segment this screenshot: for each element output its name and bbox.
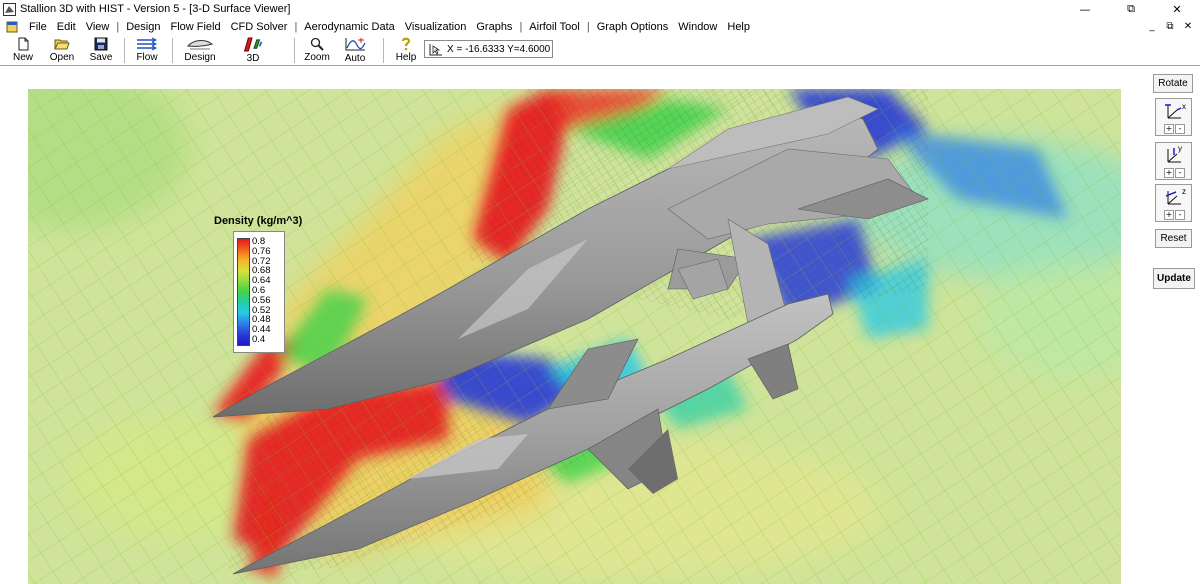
help-button[interactable]: Help: [394, 37, 418, 64]
x-axis-label: x: [1182, 102, 1186, 111]
close-button[interactable]: ✕: [1154, 0, 1200, 18]
rotate-x-plus-button[interactable]: +: [1164, 124, 1174, 134]
menu-design[interactable]: Design: [121, 21, 165, 33]
menu-airfoil-tool[interactable]: Airfoil Tool: [524, 21, 585, 33]
3d-view-button[interactable]: 3D: [238, 37, 268, 64]
menu-separator: |: [294, 20, 298, 33]
toolbar-separator: [172, 38, 173, 63]
toolbar-separator: [124, 38, 125, 63]
menu-edit[interactable]: Edit: [52, 21, 81, 33]
auto-label: Auto: [344, 53, 366, 64]
update-button[interactable]: Update: [1153, 268, 1195, 289]
title-bar: Stallion 3D with HIST - Version 5 - [3-D…: [0, 0, 1200, 18]
help-question-icon: [401, 37, 411, 51]
cursor-coordinates-readout: X = -16.6333 Y=4.6000: [424, 40, 553, 58]
magnifier-icon: [310, 37, 324, 51]
3d-view-icon: [243, 37, 263, 52]
auto-scale-icon: [345, 38, 366, 51]
toolbar-separator: [383, 38, 384, 63]
mdi-restore-button[interactable]: ⧉: [1162, 19, 1178, 33]
flow-field-render[interactable]: [28, 89, 1121, 584]
rotate-y-minus-button[interactable]: -: [1175, 168, 1185, 178]
menu-cfd-solver[interactable]: CFD Solver: [226, 21, 293, 33]
save-button[interactable]: Save: [88, 37, 114, 64]
document-icon[interactable]: [6, 21, 18, 33]
minimize-button[interactable]: —: [1062, 0, 1108, 18]
rotate-x-minus-button[interactable]: -: [1175, 124, 1185, 134]
menu-aerodynamic-data[interactable]: Aerodynamic Data: [299, 21, 400, 33]
cursor-coordinates-icon: [429, 43, 442, 55]
x-axis-icon: [1165, 104, 1182, 119]
mdi-minimize-button[interactable]: _: [1144, 19, 1160, 33]
rotate-z-plus-button[interactable]: +: [1164, 210, 1174, 220]
auto-button[interactable]: Auto: [341, 37, 369, 64]
flow-lines-icon: [137, 37, 158, 51]
open-folder-icon: [54, 39, 70, 50]
toolbar-separator: [294, 38, 295, 63]
design-label: Design: [184, 52, 216, 63]
legend-tick-label: 0.4: [252, 334, 266, 345]
menu-separator: |: [519, 20, 523, 33]
rotate-x-control: x + -: [1155, 98, 1192, 136]
stallion-app-icon: [3, 2, 16, 16]
flow-label: Flow: [136, 52, 158, 63]
3d-view-label: 3D: [246, 53, 260, 64]
menu-file[interactable]: File: [24, 21, 52, 33]
menu-graphs[interactable]: Graphs: [471, 21, 517, 33]
reset-button[interactable]: Reset: [1155, 229, 1192, 248]
rotate-z-control: z + -: [1155, 184, 1192, 222]
flow-button[interactable]: Flow: [134, 37, 160, 64]
airfoil-design-icon: [187, 40, 214, 50]
new-file-icon: [18, 37, 29, 51]
open-label: Open: [49, 52, 75, 63]
open-button[interactable]: Open: [49, 37, 75, 64]
menu-view[interactable]: View: [81, 21, 115, 33]
menu-visualization[interactable]: Visualization: [400, 21, 472, 33]
menu-bar: File Edit View | Design Flow Field CFD S…: [0, 18, 1200, 35]
help-label: Help: [395, 52, 417, 63]
new-label: New: [12, 52, 33, 63]
legend-box: 0.8 0.76 0.72 0.68 0.64 0.6 0.56 0.52 0.48 0.44 0.…: [233, 231, 285, 353]
save-label: Save: [89, 52, 113, 63]
maximize-button[interactable]: ⧉: [1108, 0, 1154, 18]
menu-help[interactable]: Help: [722, 21, 755, 33]
rotate-z-minus-button[interactable]: -: [1175, 210, 1185, 220]
cursor-coordinates-text: X = -16.6333 Y=4.6000: [447, 43, 551, 55]
zoom-button[interactable]: Zoom: [303, 37, 331, 64]
menu-separator: |: [586, 20, 590, 33]
window-title: Stallion 3D with HIST - Version 5 - [3-D…: [20, 3, 291, 15]
rotate-y-plus-button[interactable]: +: [1164, 168, 1174, 178]
design-button[interactable]: Design: [184, 37, 216, 64]
z-axis-icon: [1165, 191, 1181, 205]
mdi-close-button[interactable]: ✕: [1180, 19, 1196, 33]
menu-window[interactable]: Window: [673, 21, 722, 33]
new-button[interactable]: New: [11, 37, 35, 64]
menu-graph-options[interactable]: Graph Options: [592, 21, 674, 33]
floppy-disk-icon: [94, 37, 108, 51]
y-axis-label: y: [1178, 144, 1182, 153]
rotate-button[interactable]: Rotate: [1153, 74, 1193, 93]
toolbar: New Open Save Flow Design 3D Zoom Auto H…: [0, 35, 1200, 66]
z-axis-label: z: [1182, 187, 1186, 196]
zoom-label: Zoom: [304, 52, 330, 63]
legend-title: Density (kg/m^3): [214, 215, 303, 227]
menu-flow-field[interactable]: Flow Field: [165, 21, 225, 33]
rotate-y-control: y + -: [1155, 142, 1192, 180]
legend-color-bar: [237, 238, 250, 346]
surface-viewer[interactable]: Density (kg/m^3) 0.8 0.76 0.72 0.68 0.64 0.6 0…: [0, 67, 1148, 584]
menu-separator: |: [116, 20, 120, 33]
